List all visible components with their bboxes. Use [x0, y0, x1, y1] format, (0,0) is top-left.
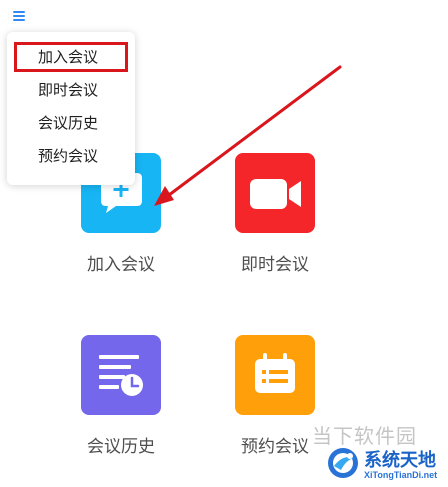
menu-item-meeting-history[interactable]: 会议历史	[7, 108, 135, 138]
menu-item-instant-meeting[interactable]: 即时会议	[7, 75, 135, 105]
calendar-icon	[255, 353, 295, 393]
join-meeting-label: 加入会议	[87, 255, 155, 275]
watermark-top-text: 当下软件园	[312, 424, 417, 448]
dropdown-menu: 加入会议 即时会议 会议历史 预约会议	[7, 32, 135, 185]
menu-icon-bar	[13, 11, 25, 13]
meeting-history-button[interactable]	[81, 335, 161, 415]
menu-icon-bar	[13, 19, 25, 21]
video-camera-icon	[250, 179, 301, 209]
list-clock-icon	[99, 355, 143, 396]
watermark-url: XiTongTianDi.net	[364, 470, 438, 480]
meeting-history-label: 会议历史	[87, 437, 155, 457]
instant-meeting-button[interactable]	[235, 153, 315, 233]
watermark-logo-icon	[328, 448, 358, 478]
menu-item-schedule-meeting[interactable]: 预约会议	[7, 141, 135, 171]
menu-item-join-meeting[interactable]: 加入会议	[7, 42, 135, 72]
watermark: 当下软件园 系统天地 XiTongTianDi.net	[300, 418, 448, 487]
watermark-brand: 系统天地	[364, 450, 436, 471]
schedule-meeting-button[interactable]	[235, 335, 315, 415]
menu-icon[interactable]	[13, 11, 25, 21]
instant-meeting-label: 即时会议	[241, 255, 309, 275]
menu-icon-bar	[13, 15, 25, 17]
